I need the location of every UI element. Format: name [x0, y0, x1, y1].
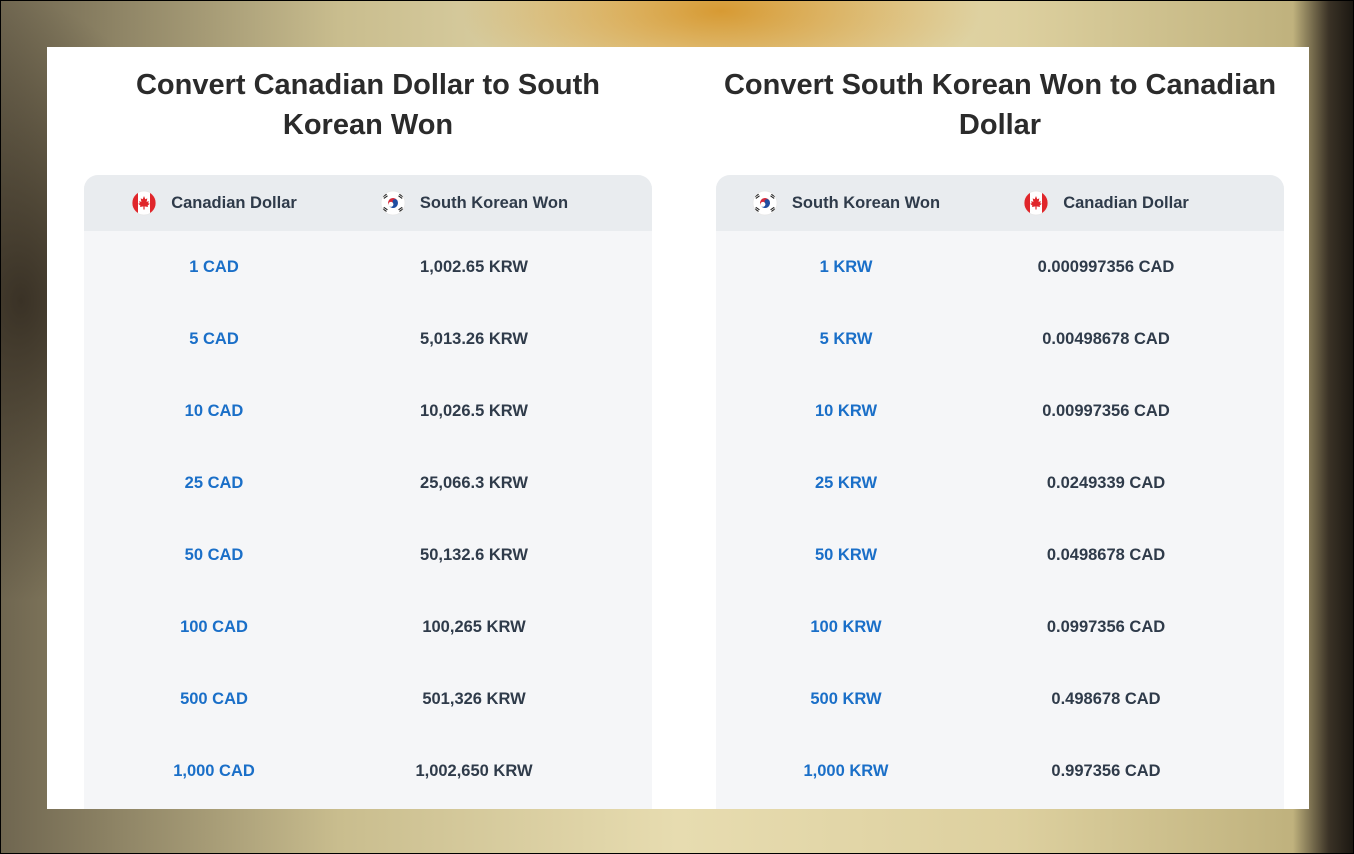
canada-flag-icon	[131, 190, 157, 216]
amount-link[interactable]: 50 CAD	[84, 546, 344, 565]
converted-value: 0.997356 CAD	[1051, 761, 1161, 780]
table-row: 5 CAD 5,013.26 KRW	[84, 303, 652, 375]
amount-link[interactable]: 5 CAD	[84, 330, 344, 349]
conversion-card: Convert Canadian Dollar to South Korean …	[47, 47, 1309, 809]
table-header: Canadian Dollar South Korean Won	[84, 175, 652, 231]
converted-value: 1,002,650 KRW	[415, 761, 533, 780]
amount-link[interactable]: 1 KRW	[716, 258, 976, 277]
converted-value: 100,265 KRW	[422, 617, 526, 636]
table-row: 1 KRW 0.000997356 CAD	[716, 231, 1284, 303]
table-row: 1 CAD 1,002.65 KRW	[84, 231, 652, 303]
table-body: 1 CAD 1,002.65 KRW 5 CAD 5,013.26 KRW 10…	[84, 231, 652, 807]
converted-value: 0.00498678 CAD	[1042, 329, 1170, 348]
krw-to-cad-section: Convert South Korean Won to Canadian Dol…	[716, 47, 1284, 809]
converted-value: 1,002.65 KRW	[420, 257, 528, 276]
column-header-label: Canadian Dollar	[1063, 193, 1189, 212]
column-header-from: South Korean Won	[716, 190, 976, 216]
amount-link[interactable]: 1,000 KRW	[716, 762, 976, 781]
converted-value: 10,026.5 KRW	[420, 401, 528, 420]
converted-value: 0.00997356 CAD	[1042, 401, 1170, 420]
table-row: 100 CAD 100,265 KRW	[84, 591, 652, 663]
screenshot-frame: Convert Canadian Dollar to South Korean …	[0, 0, 1354, 854]
converted-value: 0.0498678 CAD	[1046, 545, 1166, 564]
table-row: 500 CAD 501,326 KRW	[84, 663, 652, 735]
krw-to-cad-table: South Korean Won Canadian Dollar 1 KRW 0…	[716, 175, 1284, 809]
amount-link[interactable]: 5 KRW	[716, 330, 976, 349]
amount-link[interactable]: 500 KRW	[716, 690, 976, 709]
table-body: 1 KRW 0.000997356 CAD 5 KRW 0.00498678 C…	[716, 231, 1284, 807]
table-row: 5 KRW 0.00498678 CAD	[716, 303, 1284, 375]
converted-value: 0.0249339 CAD	[1046, 473, 1166, 492]
amount-link[interactable]: 10 KRW	[716, 402, 976, 421]
converted-value: 0.000997356 CAD	[1037, 257, 1175, 276]
table-row: 10 CAD 10,026.5 KRW	[84, 375, 652, 447]
amount-link[interactable]: 25 KRW	[716, 474, 976, 493]
table-row: 10 KRW 0.00997356 CAD	[716, 375, 1284, 447]
section-title: Convert South Korean Won to Canadian Dol…	[723, 69, 1277, 141]
column-header-from: Canadian Dollar	[84, 190, 344, 216]
south-korea-flag-icon	[380, 190, 406, 216]
section-title: Convert Canadian Dollar to South Korean …	[135, 69, 601, 141]
table-row: 25 KRW 0.0249339 CAD	[716, 447, 1284, 519]
cad-to-krw-section: Convert Canadian Dollar to South Korean …	[84, 47, 652, 809]
converted-value: 50,132.6 KRW	[420, 545, 528, 564]
table-row: 50 CAD 50,132.6 KRW	[84, 519, 652, 591]
amount-link[interactable]: 500 CAD	[84, 690, 344, 709]
amount-link[interactable]: 1,000 CAD	[84, 762, 344, 781]
table-row: 1,000 KRW 0.997356 CAD	[716, 735, 1284, 807]
table-header: South Korean Won Canadian Dollar	[716, 175, 1284, 231]
amount-link[interactable]: 100 KRW	[716, 618, 976, 637]
table-row: 500 KRW 0.498678 CAD	[716, 663, 1284, 735]
converted-value: 5,013.26 KRW	[420, 329, 528, 348]
canada-flag-icon	[1023, 190, 1049, 216]
table-row: 50 KRW 0.0498678 CAD	[716, 519, 1284, 591]
table-row: 25 CAD 25,066.3 KRW	[84, 447, 652, 519]
converted-value: 0.498678 CAD	[1051, 689, 1161, 708]
column-header-label: Canadian Dollar	[171, 193, 297, 212]
table-row: 1,000 CAD 1,002,650 KRW	[84, 735, 652, 807]
amount-link[interactable]: 100 CAD	[84, 618, 344, 637]
converted-value: 501,326 KRW	[422, 689, 526, 708]
table-row: 100 KRW 0.0997356 CAD	[716, 591, 1284, 663]
column-header-to: South Korean Won	[344, 190, 604, 216]
column-header-to: Canadian Dollar	[976, 190, 1236, 216]
converted-value: 25,066.3 KRW	[420, 473, 528, 492]
column-header-label: South Korean Won	[791, 193, 941, 212]
amount-link[interactable]: 50 KRW	[716, 546, 976, 565]
amount-link[interactable]: 25 CAD	[84, 474, 344, 493]
column-header-label: South Korean Won	[419, 193, 569, 212]
converted-value: 0.0997356 CAD	[1046, 617, 1166, 636]
south-korea-flag-icon	[752, 190, 778, 216]
amount-link[interactable]: 10 CAD	[84, 402, 344, 421]
amount-link[interactable]: 1 CAD	[84, 258, 344, 277]
cad-to-krw-table: Canadian Dollar South Korean Won 1 CAD 1…	[84, 175, 652, 809]
